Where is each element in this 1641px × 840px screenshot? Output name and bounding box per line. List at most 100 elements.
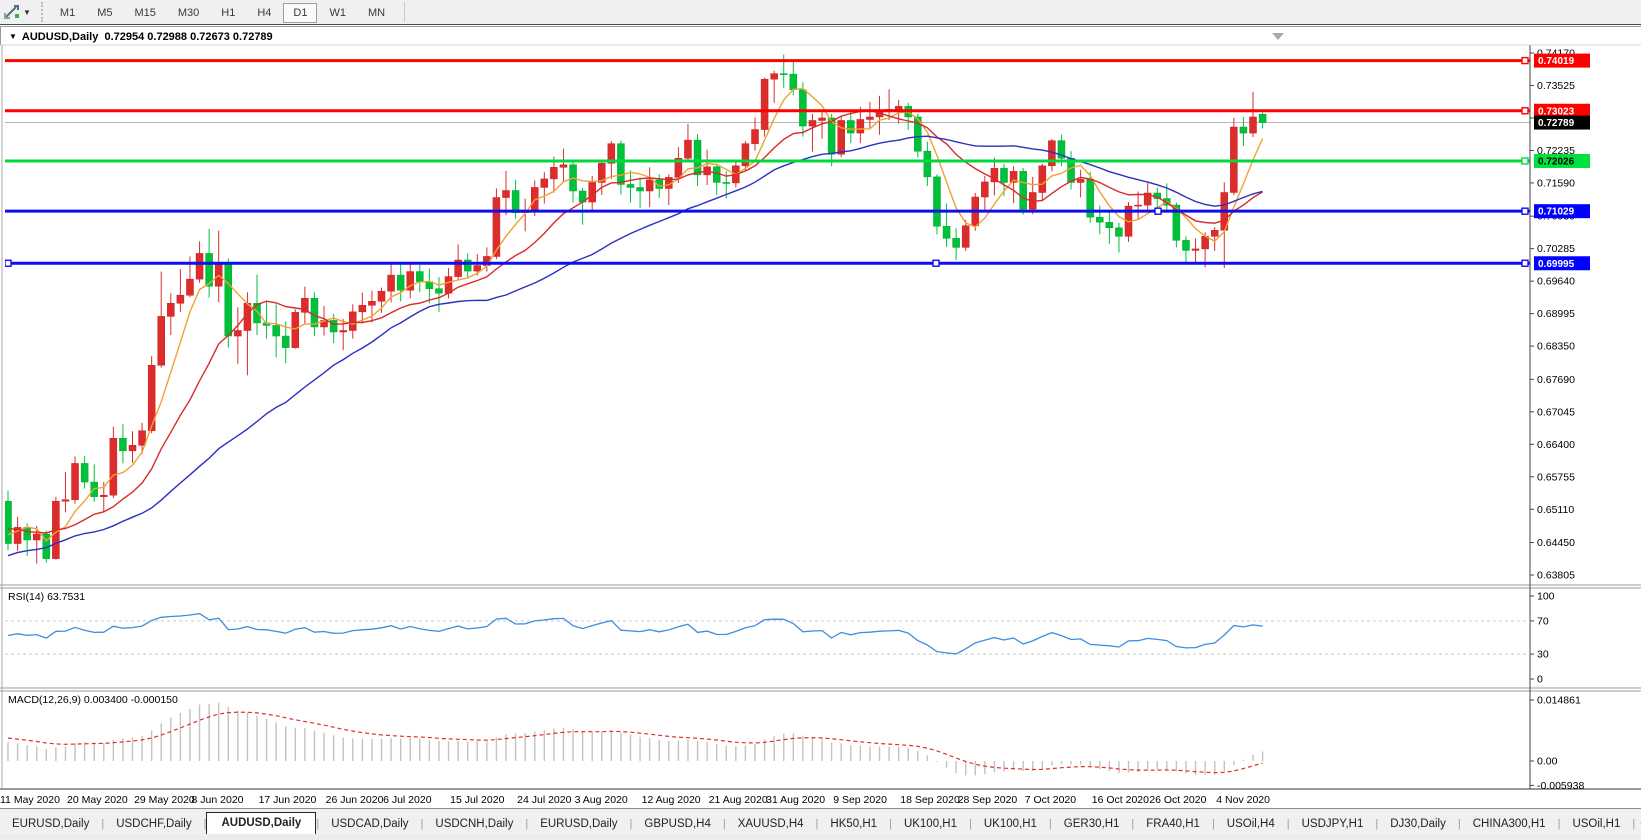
chart-canvas[interactable]: 0.741700.735250.728800.722350.715900.709… [0, 25, 1641, 809]
chart-tab-usoil-h1[interactable]: USOil,H1 [1560, 814, 1632, 835]
candle[interactable] [540, 171, 549, 204]
candle[interactable] [569, 160, 577, 203]
candle[interactable] [914, 113, 922, 158]
candle[interactable] [904, 102, 912, 131]
candle[interactable] [636, 177, 644, 209]
candle[interactable] [463, 253, 472, 279]
line-handle[interactable] [1521, 56, 1529, 65]
chart-tool-icon[interactable] [3, 4, 21, 20]
candle[interactable] [416, 265, 424, 293]
chart-tab-usdcnh-daily[interactable]: USDCNH,Daily [423, 814, 525, 835]
candle[interactable] [808, 113, 817, 152]
line-handle[interactable] [1154, 207, 1162, 215]
chart-tab-hk50-h1[interactable]: HK50,H1 [818, 814, 889, 835]
candle[interactable] [1048, 139, 1056, 172]
candle[interactable] [492, 188, 501, 259]
candle[interactable] [684, 124, 692, 163]
line-handle[interactable] [932, 259, 940, 267]
candle[interactable] [981, 175, 989, 211]
timeframe-button-m15[interactable]: M15 [124, 3, 165, 23]
candle[interactable] [875, 95, 884, 135]
candle[interactable] [521, 198, 529, 232]
candle[interactable] [1249, 91, 1257, 138]
candle[interactable] [109, 426, 118, 499]
candle[interactable] [626, 170, 635, 203]
candle[interactable] [138, 422, 146, 454]
candle[interactable] [923, 141, 932, 186]
chart-tab-audusd-daily[interactable]: AUDUSD,Daily [206, 812, 317, 835]
candle[interactable] [1134, 191, 1142, 220]
candle[interactable] [1258, 112, 1267, 129]
candle[interactable] [272, 304, 280, 358]
candle[interactable] [52, 496, 60, 560]
chart-tab-dj30-daily[interactable]: DJ30,Daily [1378, 814, 1458, 835]
candle[interactable] [157, 271, 165, 368]
chart-tab-china300-h1[interactable]: CHINA300,H1 [1461, 814, 1558, 835]
chart-tab-uk100-h1[interactable]: UK100,H1 [892, 814, 969, 835]
candle[interactable] [128, 431, 137, 463]
candle[interactable] [933, 174, 941, 235]
chart-tab-ger30-h1[interactable]: GER30,H1 [1052, 814, 1132, 835]
candle[interactable] [703, 149, 711, 185]
line-handle[interactable] [1521, 207, 1529, 215]
chart-tab-xauusd-h4[interactable]: XAUUSD,H4 [726, 814, 816, 835]
time-axis[interactable]: 11 May 2020 20 May 2020 29 May 20208 Jun 2… [0, 794, 1270, 806]
chart-tab-uk100-h1[interactable]: UK100,H1 [972, 814, 1049, 835]
candle[interactable] [1239, 116, 1248, 147]
candle[interactable] [396, 263, 405, 302]
candle[interactable] [559, 148, 568, 182]
candle[interactable] [1182, 236, 1190, 263]
candle[interactable] [473, 253, 482, 276]
line-handle[interactable] [1521, 107, 1529, 115]
candle[interactable] [349, 304, 357, 339]
candle[interactable] [61, 472, 70, 513]
toolbar-grip[interactable] [40, 2, 43, 22]
chart-tab-eurusd-daily[interactable]: EURUSD,Daily [0, 814, 101, 835]
candle[interactable] [119, 424, 127, 464]
timeframe-button-w1[interactable]: W1 [319, 3, 356, 23]
candle[interactable] [224, 258, 233, 348]
candle[interactable] [5, 490, 12, 551]
candle[interactable] [1143, 182, 1152, 211]
candle[interactable] [406, 263, 414, 299]
timeframe-button-h1[interactable]: H1 [211, 3, 245, 23]
timeframe-button-mn[interactable]: MN [358, 3, 395, 23]
candle[interactable] [645, 167, 654, 208]
candle[interactable] [435, 277, 443, 312]
timeframe-button-d1[interactable]: D1 [283, 3, 318, 23]
chart-tab-gbpusd-h4[interactable]: GBPUSD,H4 [632, 814, 722, 835]
candle[interactable] [176, 269, 185, 312]
chart-tab-usoil-h4[interactable]: USOil,H4 [1215, 814, 1287, 835]
candle[interactable] [1115, 222, 1123, 253]
line-handle[interactable] [5, 259, 12, 267]
timeframe-button-m5[interactable]: M5 [87, 3, 122, 23]
candle[interactable] [301, 286, 309, 324]
candle[interactable] [578, 187, 587, 225]
candle[interactable] [80, 455, 89, 489]
candle[interactable] [71, 456, 79, 504]
candle[interactable] [1028, 176, 1037, 215]
candle[interactable] [377, 287, 386, 313]
chart-tab-fra40-h1[interactable]: FRA40,H1 [1134, 814, 1212, 835]
timeframe-button-m30[interactable]: M30 [168, 3, 209, 23]
candle[interactable] [167, 293, 175, 336]
chevron-down-icon[interactable]: ▼ [23, 8, 31, 17]
candle[interactable] [502, 170, 510, 216]
candle[interactable] [214, 230, 223, 303]
candle[interactable] [866, 101, 874, 130]
candle[interactable] [990, 157, 999, 196]
candle[interactable] [952, 228, 960, 260]
chart-tab-usdjpy-h1[interactable]: USDJPY,H1 [1290, 814, 1376, 835]
candle[interactable] [13, 516, 22, 552]
chart-tab-usdcad-daily[interactable]: USDCAD,Daily [319, 814, 420, 835]
tab-scroll-left-icon[interactable]: ◂ [1635, 814, 1641, 835]
candle[interactable] [90, 464, 98, 502]
chart-tab-eurusd-daily[interactable]: EURUSD,Daily [528, 814, 629, 835]
candle[interactable] [770, 70, 778, 103]
candle[interactable] [1230, 117, 1238, 196]
candle[interactable] [712, 163, 721, 196]
candle[interactable] [1191, 238, 1200, 265]
candle[interactable] [1105, 212, 1114, 244]
candle[interactable] [234, 307, 242, 364]
line-handle[interactable] [1521, 259, 1529, 267]
